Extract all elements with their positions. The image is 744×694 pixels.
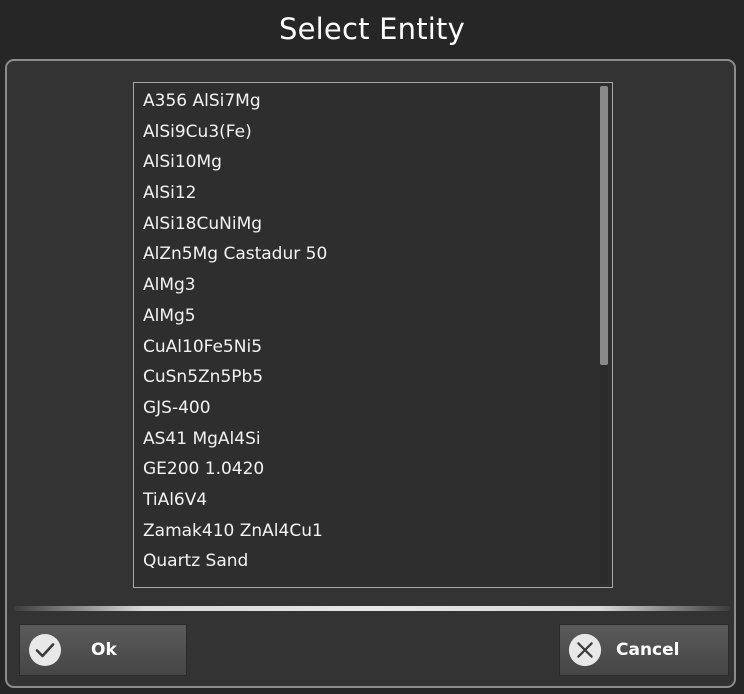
list-item[interactable]: CuAl10Fe5Ni5 bbox=[134, 332, 594, 363]
list-item[interactable]: AS41 MgAl4Si bbox=[134, 424, 594, 455]
cancel-button[interactable]: Cancel bbox=[559, 624, 729, 676]
list-item[interactable]: GE200 1.0420 bbox=[134, 454, 594, 485]
x-circle-icon bbox=[567, 632, 603, 668]
list-item[interactable]: AlSi9Cu3(Fe) bbox=[134, 117, 594, 148]
list-item[interactable]: AlSi10Mg bbox=[134, 147, 594, 178]
list-item[interactable]: Zamak410 ZnAl4Cu1 bbox=[134, 516, 594, 547]
entity-listbox[interactable]: A356 AlSi7Mg AlSi9Cu3(Fe) AlSi10Mg AlSi1… bbox=[133, 82, 613, 588]
list-item[interactable]: AlSi12 bbox=[134, 178, 594, 209]
ok-button-label: Ok bbox=[91, 640, 117, 660]
button-divider bbox=[14, 606, 730, 611]
entity-list: A356 AlSi7Mg AlSi9Cu3(Fe) AlSi10Mg AlSi1… bbox=[134, 86, 594, 577]
list-item[interactable]: AlSi18CuNiMg bbox=[134, 209, 594, 240]
list-scrollbar[interactable] bbox=[600, 86, 608, 584]
ok-button[interactable]: Ok bbox=[19, 624, 187, 676]
list-item[interactable]: GJS-400 bbox=[134, 393, 594, 424]
list-item[interactable]: Quartz Sand bbox=[134, 546, 594, 577]
cancel-button-label: Cancel bbox=[616, 640, 680, 660]
list-item[interactable]: AlMg5 bbox=[134, 301, 594, 332]
list-item[interactable]: AlMg3 bbox=[134, 270, 594, 301]
check-circle-icon bbox=[27, 632, 63, 668]
list-item[interactable]: TiAl6V4 bbox=[134, 485, 594, 516]
list-item[interactable]: CuSn5Zn5Pb5 bbox=[134, 362, 594, 393]
scrollbar-thumb[interactable] bbox=[600, 86, 608, 365]
dialog-title: Select Entity bbox=[279, 12, 465, 46]
list-item[interactable]: AlZn5Mg Castadur 50 bbox=[134, 239, 594, 270]
list-item[interactable]: A356 AlSi7Mg bbox=[134, 86, 594, 117]
